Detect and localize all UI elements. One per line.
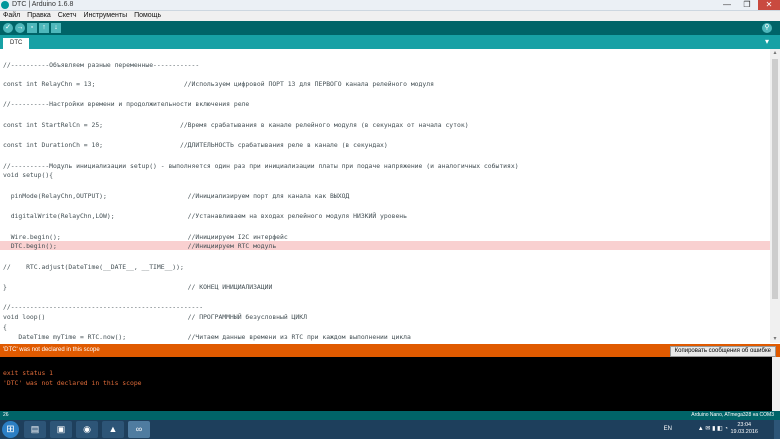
error-message: 'DTC' was not declared in this scope [3, 347, 100, 353]
toolbar: ✓ → ▫ ↑ ↓ ⚲ [0, 21, 780, 35]
console-line: 'DTC' was not declared in this scope [3, 379, 142, 387]
code-line: //----------Объявляем разные переменные-… [3, 61, 200, 69]
arduino-app-icon [1, 1, 9, 9]
scroll-down-icon[interactable]: ▾ [770, 335, 780, 343]
minimize-button[interactable]: — [718, 0, 736, 10]
firefox-icon[interactable]: ◉ [76, 421, 98, 438]
arduino-icon[interactable]: ∞ [128, 421, 150, 438]
start-button[interactable]: ⊞ [2, 421, 19, 438]
language-indicator[interactable]: EN [664, 420, 672, 439]
menu-tools[interactable]: Инструменты [83, 11, 127, 21]
scroll-up-icon[interactable]: ▴ [770, 49, 780, 57]
code-line: Wire.begin(); //Инициируем I2C интерфейс [3, 233, 288, 241]
board-info: Arduino Nano, ATmega328 на COM3 [691, 412, 774, 418]
drive-icon[interactable]: ▲ [102, 421, 124, 438]
code-line: //--------------------------------------… [3, 303, 204, 311]
code-line: // RTC.adjust(DateTime(__DATE__, __TIME_… [3, 263, 184, 271]
menu-bar: Файл Правка Скетч Инструменты Помощь [0, 11, 780, 21]
code-line: //----------Настройки времени и продолжи… [3, 100, 250, 108]
code-line-error: DTC.begin(); //Инициируем RTC модуль [3, 242, 277, 250]
clock-date: 19.03.2016 [730, 429, 758, 435]
console-scrollbar[interactable] [772, 357, 780, 411]
console-output[interactable]: exit status 1 'DTC' was not declared in … [0, 357, 772, 411]
scrollbar-thumb[interactable] [772, 59, 778, 299]
taskbar: ⊞ ▤ ▣ ◉ ▲ ∞ EN ▲ ✉ ▮ ◧ ◔ 23:04 19.03.201… [0, 420, 780, 439]
menu-sketch[interactable]: Скетч [58, 11, 77, 21]
open-icon[interactable]: ↑ [39, 23, 49, 33]
window-title: DTC | Arduino 1.6.8 [12, 1, 74, 8]
save-icon[interactable]: ↓ [51, 23, 61, 33]
code-line: void loop() // ПРОГРАММНЫЙ безусловный Ц… [3, 313, 307, 321]
tray-icons[interactable]: ▲ ✉ ▮ ◧ ◔ [698, 420, 728, 439]
tab-dtc[interactable]: DTC [3, 38, 30, 49]
code-line: const int RelayChn = 13; //Используем ци… [3, 80, 434, 88]
menu-file[interactable]: Файл [3, 11, 20, 21]
verify-icon[interactable]: ✓ [3, 23, 13, 33]
code-line: void setup(){ [3, 171, 54, 179]
copy-error-button[interactable]: Копировать сообщения об ошибке [669, 346, 776, 357]
close-button[interactable]: ✕ [758, 0, 780, 10]
error-bar: 'DTC' was not declared in this scope Коп… [0, 344, 780, 357]
tab-bar: DTC ▾ [0, 35, 780, 49]
menu-help[interactable]: Помощь [134, 11, 161, 21]
show-desktop-button[interactable] [774, 420, 780, 439]
console-line: exit status 1 [3, 369, 54, 377]
title-bar: DTC | Arduino 1.6.8 — ❐ ✕ [0, 0, 780, 11]
tab-menu-icon[interactable]: ▾ [762, 37, 772, 47]
upload-icon[interactable]: → [15, 23, 25, 33]
status-bar: 26 Arduino Nano, ATmega328 на COM3 [0, 411, 780, 420]
menu-edit[interactable]: Правка [27, 11, 51, 21]
code-editor[interactable]: //----------Объявляем разные переменные-… [0, 49, 770, 343]
code-line: digitalWrite(RelayChn,LOW); //Устанавлив… [3, 212, 407, 220]
file-explorer-icon[interactable]: ▤ [24, 421, 46, 438]
code-line: { [3, 323, 7, 331]
code-line: pinMode(RelayChn,OUTPUT); //Инициализиру… [3, 192, 350, 200]
code-line: const int StartRelCn = 25; //Время сраба… [3, 121, 469, 129]
code-line: //----------Модуль инициализации setup()… [3, 162, 519, 170]
maximize-button[interactable]: ❐ [738, 0, 756, 10]
clock[interactable]: 23:04 19.03.2016 [730, 422, 758, 436]
editor-scrollbar[interactable]: ▴ ▾ [770, 49, 780, 343]
line-number: 26 [3, 412, 9, 418]
serial-monitor-icon[interactable]: ⚲ [762, 23, 772, 33]
code-line: const int DurationCh = 10; //ДЛИТЕЛЬНОСТ… [3, 141, 388, 149]
clock-time: 23:04 [737, 422, 752, 428]
code-line: DateTime myTime = RTC.now(); //Читаем да… [3, 333, 411, 341]
new-icon[interactable]: ▫ [27, 23, 37, 33]
folder-icon[interactable]: ▣ [50, 421, 72, 438]
code-line: } // КОНЕЦ ИНИЦИАЛИЗАЦИИ [3, 283, 273, 291]
